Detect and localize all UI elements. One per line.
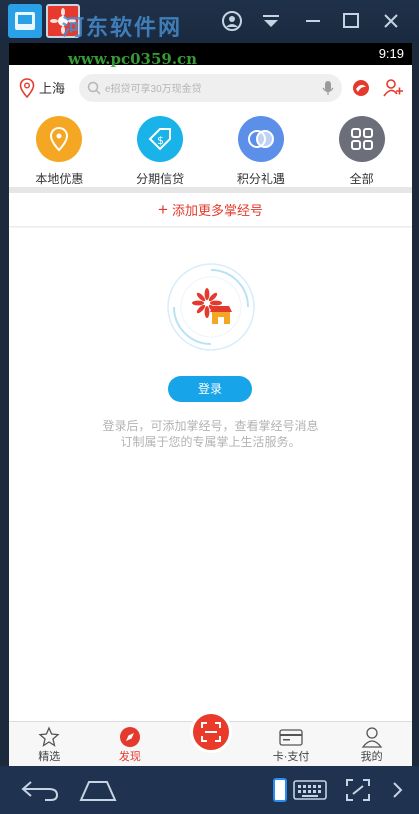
nav-label: 卡·支付 [272, 751, 310, 763]
phone-screen: 9:19 上海 e招贷可享30万现金贷 本地优惠 $ 分期信贷 积分礼遇 全部 … [9, 43, 412, 766]
location-pin-icon [19, 77, 35, 98]
quick-item-local-deals[interactable]: 本地优惠 [19, 116, 99, 187]
grid-icon [338, 116, 385, 162]
user-icon [361, 727, 382, 748]
watermark-url: www.pc0359.cn [68, 50, 198, 68]
compass-icon [119, 727, 140, 747]
nav-card-pay[interactable]: 卡·支付 [251, 722, 332, 766]
minimize-icon[interactable] [302, 10, 324, 32]
plus-icon: + [158, 200, 168, 219]
nav-scan[interactable] [170, 711, 251, 766]
status-time: 9:19 [378, 46, 404, 61]
system-nav-bar [0, 766, 419, 814]
quick-access-row: 本地优惠 $ 分期信贷 积分礼遇 全部 [9, 110, 412, 187]
emulator-title-bar: 河东软件网 [0, 0, 419, 43]
top-bar: 上海 e招贷可享30万现金贷 [9, 65, 412, 110]
portrait-toggle-icon[interactable] [270, 778, 290, 802]
svg-text:$: $ [157, 134, 164, 147]
close-icon[interactable] [380, 10, 402, 32]
add-contact-icon[interactable] [380, 75, 406, 101]
nav-featured[interactable]: 精选 [9, 722, 90, 766]
dropdown-icon[interactable] [260, 10, 282, 32]
watermark-title: 河东软件网 [62, 15, 183, 41]
search-input[interactable]: e招贷可享30万现金贷 [79, 73, 342, 102]
search-placeholder: e招贷可享30万现金贷 [105, 84, 202, 95]
quick-item-label: 分期信贷 [136, 172, 185, 186]
emulator-home-tab[interactable] [8, 4, 42, 38]
back-icon[interactable] [18, 778, 62, 802]
add-more-accounts-label: 添加更多掌经号 [171, 203, 263, 218]
chevron-right-icon[interactable] [388, 778, 408, 802]
microphone-icon[interactable] [322, 80, 334, 96]
card-icon [279, 729, 303, 746]
store-emblem-icon [166, 262, 256, 352]
quick-item-label: 积分礼遇 [236, 172, 285, 186]
nav-label: 发现 [118, 751, 141, 763]
maximize-icon[interactable] [340, 10, 362, 32]
scan-button[interactable] [190, 711, 233, 753]
scan-icon [201, 722, 222, 742]
dollar-tag-icon: $ [137, 116, 184, 162]
login-hint-line: 登录后，可添加掌经号，查看掌经号消息 [102, 419, 319, 433]
quick-item-points-rewards[interactable]: 积分礼遇 [221, 116, 301, 187]
bottom-nav: 精选 发现 卡·支付 我的 [9, 711, 412, 766]
login-hint-line: 订制属于您的专属掌上生活服务。 [120, 435, 301, 449]
add-more-accounts-button[interactable]: + 添加更多掌经号 [9, 193, 412, 227]
brand-logo-icon[interactable] [348, 75, 374, 101]
search-icon [87, 81, 101, 95]
location-selector[interactable]: 上海 [19, 77, 79, 98]
quick-item-label: 本地优惠 [35, 172, 84, 186]
overlap-circles-icon [237, 116, 284, 162]
quick-item-installment-credit[interactable]: $ 分期信贷 [120, 116, 200, 187]
nav-label: 我的 [360, 751, 383, 763]
fullscreen-icon[interactable] [344, 778, 372, 802]
login-hint: 登录后，可添加掌经号，查看掌经号消息 订制属于您的专属掌上生活服务。 [9, 418, 412, 450]
star-icon [38, 726, 60, 747]
home-tab-icon [15, 12, 35, 30]
login-button[interactable]: 登录 [168, 376, 252, 402]
quick-item-label: 全部 [349, 172, 374, 186]
nav-mine[interactable]: 我的 [331, 722, 412, 766]
quick-item-all[interactable]: 全部 [322, 116, 402, 187]
nav-label: 精选 [38, 751, 61, 763]
nav-discover[interactable]: 发现 [90, 722, 171, 766]
home-icon[interactable] [78, 778, 118, 802]
main-content: 登录 登录后，可添加掌经号，查看掌经号消息 订制属于您的专属掌上生活服务。 [9, 228, 412, 721]
local-deals-icon [36, 116, 83, 162]
keyboard-icon[interactable] [292, 778, 328, 802]
location-label: 上海 [39, 81, 66, 96]
account-icon[interactable] [221, 10, 243, 32]
